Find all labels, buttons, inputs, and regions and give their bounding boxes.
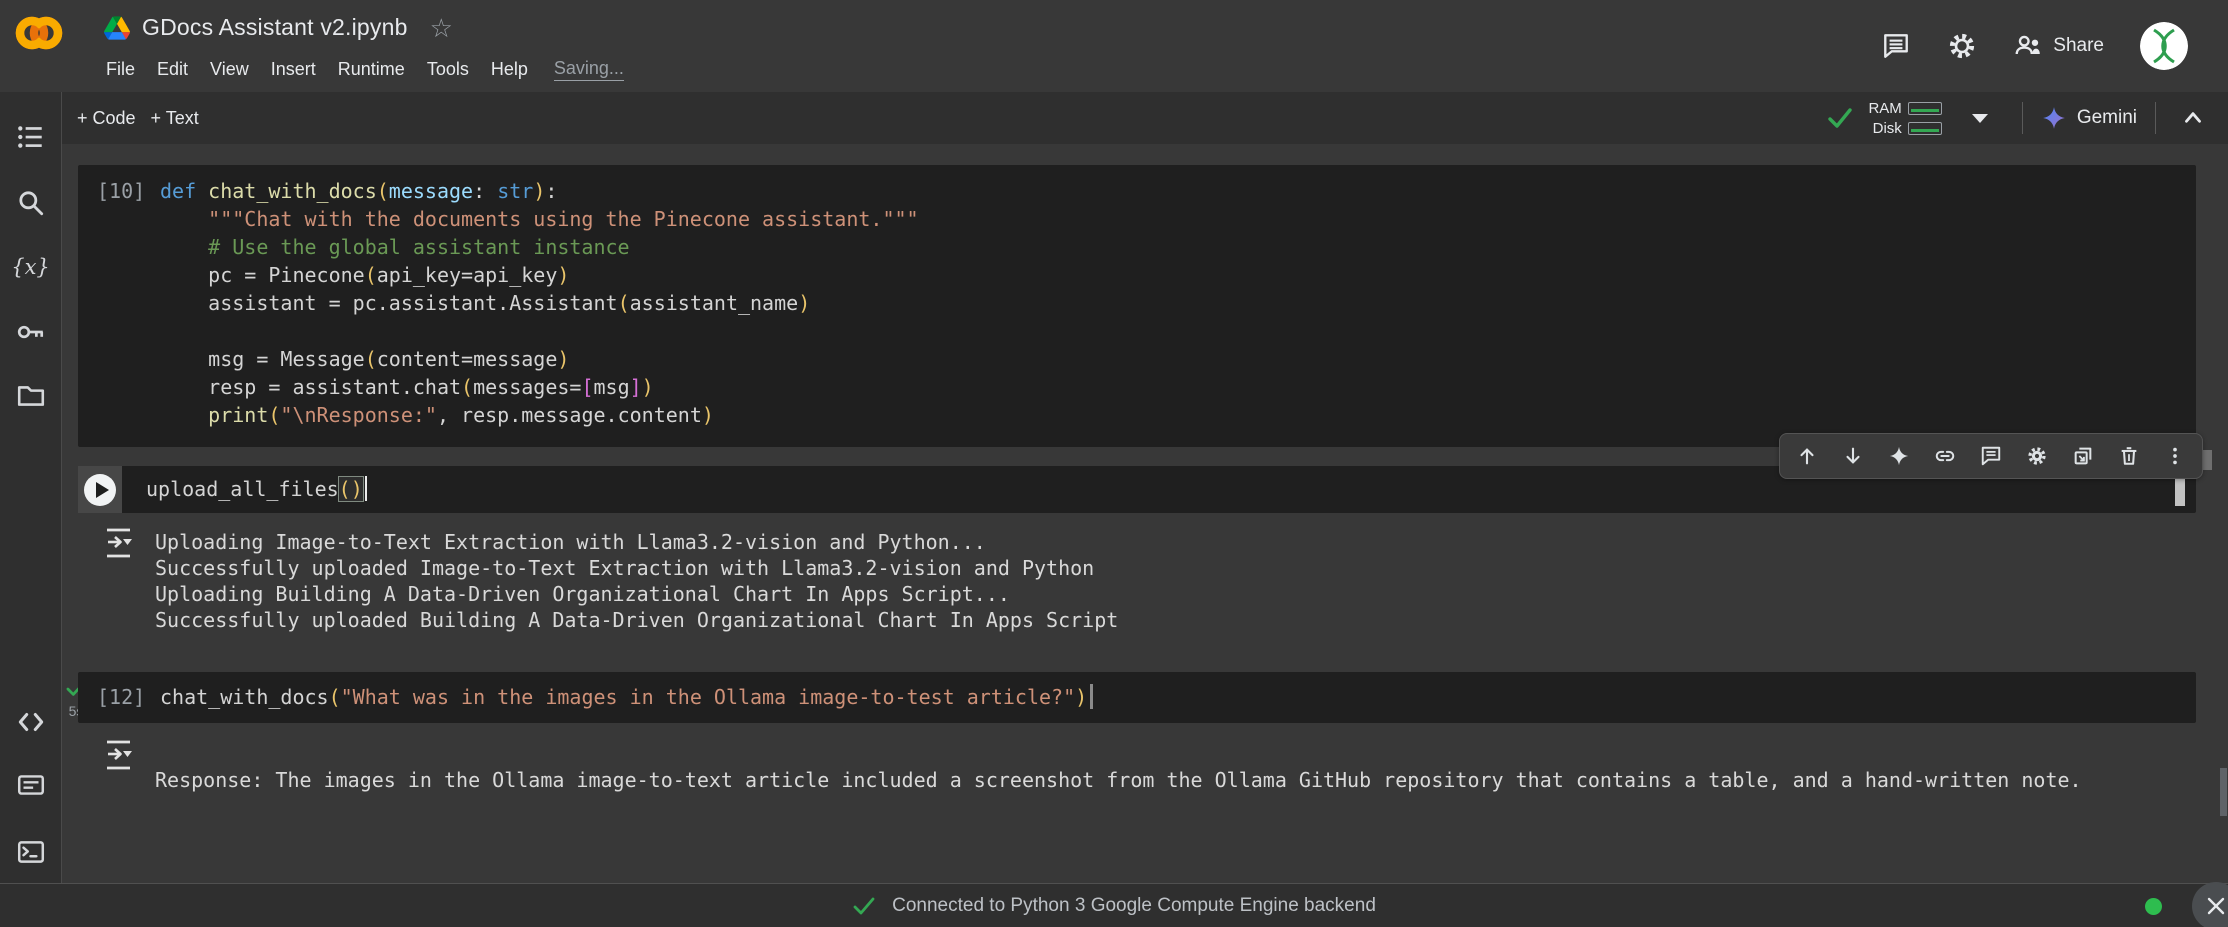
ram-gauge-bar (1908, 102, 1942, 115)
divider (2155, 102, 2156, 134)
variables-icon[interactable]: {x} (16, 252, 46, 282)
share-label: Share (2053, 35, 2104, 57)
titlebar: GDocs Assistant v2.ipynb ☆ (104, 14, 453, 41)
add-text-button[interactable]: + Text (151, 108, 199, 129)
secrets-key-icon[interactable] (16, 317, 46, 347)
saving-status: Saving... (554, 58, 624, 81)
output-toggle-icon[interactable] (105, 739, 133, 771)
drive-icon (104, 16, 130, 40)
add-code-button[interactable]: + Code (77, 108, 136, 129)
move-cell-up-icon[interactable] (1796, 445, 1818, 467)
output-toggle-icon[interactable] (105, 527, 133, 559)
status-bar: Connected to Python 3 Google Compute Eng… (0, 883, 2228, 927)
menu-insert[interactable]: Insert (271, 59, 316, 80)
window-scrollbar-handle[interactable] (2220, 768, 2227, 816)
code-editor[interactable]: upload_all_files() (122, 466, 367, 513)
add-comment-icon[interactable] (1980, 445, 2002, 467)
menu-edit[interactable]: Edit (157, 59, 188, 80)
header-actions: Share (1881, 0, 2188, 92)
cell-toolbar (1779, 433, 2203, 479)
disk-label: Disk (1873, 120, 1902, 137)
add-text-label: + Text (151, 108, 199, 129)
more-actions-kebab-icon[interactable] (2164, 445, 2186, 467)
divider (2022, 102, 2023, 134)
delete-cell-trash-icon[interactable] (2118, 445, 2140, 467)
star-icon[interactable]: ☆ (430, 16, 453, 40)
notebook-toolbar: + Code + Text RAM Disk (62, 92, 2228, 144)
execution-count: [12] (78, 683, 160, 723)
runtime-dropdown-caret-icon[interactable] (1972, 114, 1988, 123)
gemini-spark-icon[interactable] (1888, 445, 1910, 467)
share-button[interactable]: Share (2013, 31, 2104, 61)
colab-logo[interactable] (14, 9, 64, 57)
code-snippets-icon[interactable] (16, 707, 46, 737)
runtime-connected-check-icon (1826, 104, 1854, 132)
code-editor[interactable]: chat_with_docs("What was in the images i… (160, 683, 1093, 723)
close-icon (2205, 895, 2227, 917)
move-cell-down-icon[interactable] (1842, 445, 1864, 467)
backend-health-dot (2145, 898, 2162, 915)
header: GDocs Assistant v2.ipynb ☆ File Edit Vie… (0, 0, 2228, 92)
gemini-button[interactable]: Gemini (2041, 105, 2137, 131)
cell-output-chat: Response: The images in the Ollama image… (105, 739, 2082, 793)
close-statusbar-button[interactable] (2192, 882, 2228, 927)
command-palette-icon[interactable] (16, 770, 46, 800)
cell-settings-gear-icon[interactable] (2026, 445, 2048, 467)
search-icon[interactable] (16, 188, 46, 218)
menu-tools[interactable]: Tools (427, 59, 469, 80)
cell-scrollbar-handle[interactable] (2175, 476, 2185, 506)
collapse-toolbar-chevron-icon[interactable] (2180, 105, 2206, 131)
toolbar-right: RAM Disk Gemini (1826, 100, 2228, 137)
run-cell-button[interactable] (84, 474, 116, 506)
play-icon (96, 482, 109, 498)
execution-count: [10] (78, 177, 160, 447)
settings-gear-icon[interactable] (1947, 31, 1977, 61)
notebook-content: [10] def chat_with_docs(message: str): "… (62, 144, 2228, 883)
comments-icon[interactable] (1881, 31, 1911, 61)
avatar[interactable] (2140, 22, 2188, 70)
code-editor[interactable]: def chat_with_docs(message: str): """Cha… (160, 177, 919, 447)
ram-gauge: RAM (1868, 100, 1941, 117)
table-of-contents-icon[interactable] (16, 122, 46, 152)
gemini-label: Gemini (2077, 107, 2137, 129)
page-scrollbar-handle[interactable] (2202, 450, 2212, 470)
output-text: Uploading Image-to-Text Extraction with … (155, 527, 1118, 633)
disk-gauge: Disk (1868, 120, 1941, 137)
notebook-title[interactable]: GDocs Assistant v2.ipynb (142, 14, 408, 41)
disk-gauge-bar (1908, 122, 1942, 135)
mirror-cell-in-tab-icon[interactable] (2072, 445, 2094, 467)
menu-help[interactable]: Help (491, 59, 528, 80)
output-text: Response: The images in the Ollama image… (155, 739, 2082, 793)
run-gutter (78, 466, 122, 513)
menubar: File Edit View Insert Runtime Tools Help… (106, 58, 624, 81)
ram-label: RAM (1868, 100, 1901, 117)
cell-output-upload: Uploading Image-to-Text Extraction with … (105, 527, 1118, 633)
add-code-label: + Code (77, 108, 136, 129)
files-folder-icon[interactable] (16, 381, 46, 411)
code-cell-12[interactable]: [12] chat_with_docs("What was in the ima… (78, 672, 2196, 723)
terminal-icon[interactable] (16, 837, 46, 867)
status-right (2145, 884, 2228, 927)
connected-check-icon (852, 894, 876, 918)
colab-window: GDocs Assistant v2.ipynb ☆ File Edit Vie… (0, 0, 2228, 927)
gemini-sparkle-icon (2041, 105, 2067, 131)
resource-gauges[interactable]: RAM Disk (1868, 100, 1941, 137)
share-people-icon (2013, 31, 2043, 61)
status-message: Connected to Python 3 Google Compute Eng… (892, 895, 1376, 917)
left-sidebar: {x} (0, 92, 62, 883)
menu-view[interactable]: View (210, 59, 249, 80)
menu-file[interactable]: File (106, 59, 135, 80)
menu-runtime[interactable]: Runtime (338, 59, 405, 80)
code-cell-10[interactable]: [10] def chat_with_docs(message: str): "… (78, 165, 2196, 447)
copy-link-icon[interactable] (1934, 445, 1956, 467)
